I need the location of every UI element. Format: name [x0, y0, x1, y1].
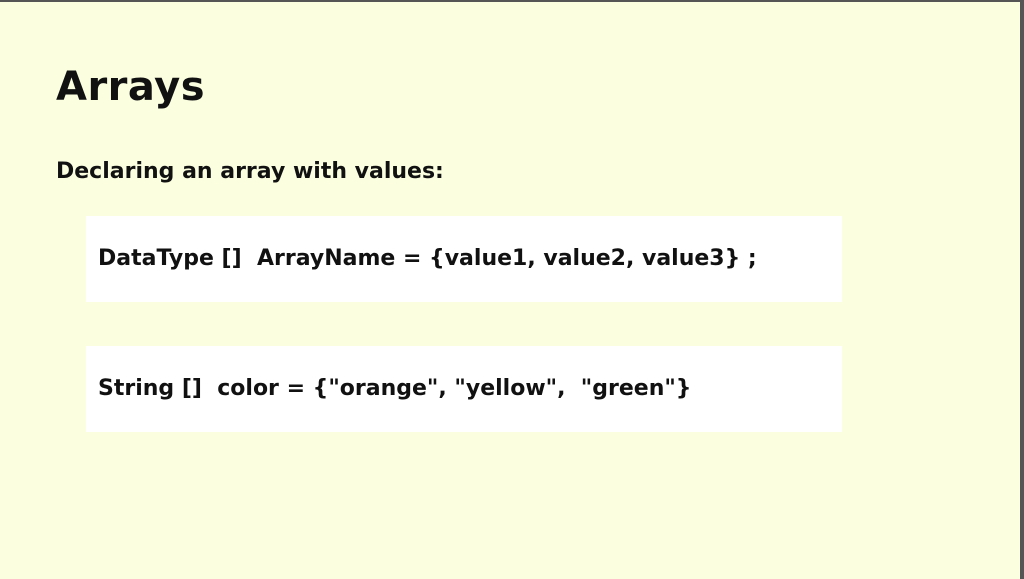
slide-title: Arrays [56, 64, 206, 110]
code-line-example: String [] color = {"orange", "yellow", "… [98, 376, 692, 401]
code-line-syntax: DataType [] ArrayName = {value1, value2,… [98, 246, 757, 271]
slide: Arrays Declaring an array with values: D… [0, 2, 1020, 579]
slide-subtitle: Declaring an array with values: [56, 159, 444, 184]
code-block-syntax: DataType [] ArrayName = {value1, value2,… [86, 216, 842, 302]
code-block-example: String [] color = {"orange", "yellow", "… [86, 346, 842, 432]
